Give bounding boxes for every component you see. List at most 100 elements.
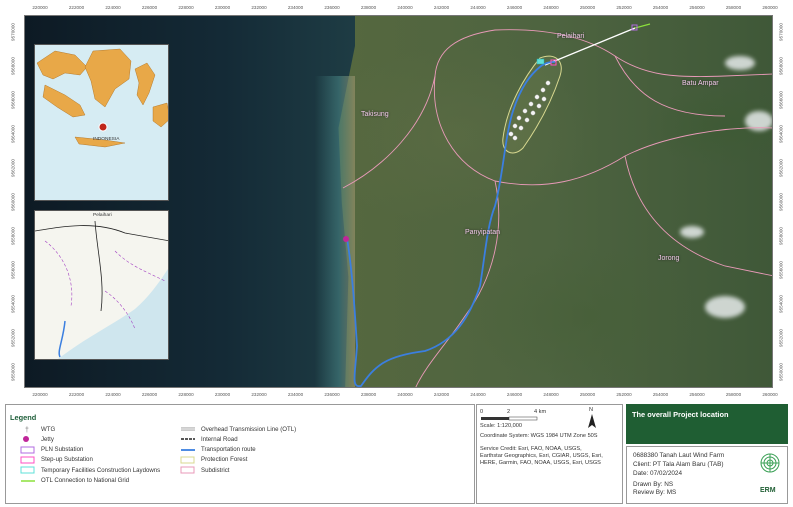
credit-line-3: HERE, Garmin, FAO, NOAA, USGS, Esri, USG… [480,460,601,466]
x-tick-top: 220000 [32,5,48,10]
x-tick-top: 236000 [324,5,340,10]
x-tick-bottom: 230000 [214,392,231,397]
otl-line [180,425,196,433]
x-tick-top: 222000 [68,5,85,10]
y-tick-right: 9562000 [778,159,784,177]
legend-item-label: Step-up Substation [41,456,93,464]
legend-item-label: Subdistrict [201,466,230,474]
scale-tick-2: 2 [507,409,511,415]
x-tick-top: 246000 [506,5,523,10]
north-arrow-icon [588,414,596,428]
x-tick-top: 244000 [470,5,486,10]
x-tick-top: 248000 [543,5,559,10]
x-tick-bottom: 256000 [689,392,705,397]
x-tick-top: 230000 [214,5,231,10]
x-tick-bottom: 242000 [433,392,450,397]
place-jorong: Jorong [658,255,680,262]
x-tick-bottom: 260000 [762,392,778,397]
map-date: Date: 07/02/2024 [633,470,683,477]
y-tick-right: 9556000 [778,261,784,279]
place-panyipatan: Panyipatan [465,229,501,236]
legend-item-label: Internal Road [201,435,238,443]
x-tick-top: 254000 [652,5,669,10]
legend-item-label: OTL Connection to National Grid [41,477,130,484]
project-name: 0688380 Tanah Laut Wind Farm [633,452,725,459]
legend-item: Temporary Facilities Construction Laydow… [20,466,160,474]
legend-item: Overhead Transmission Line (OTL) [180,425,296,433]
y-tick-left: 9558000 [10,227,16,245]
legend-item-label: Temporary Facilities Construction Laydow… [41,466,161,474]
y-tick-left: 9556000 [10,261,16,279]
x-tick-bottom: 222000 [68,392,85,397]
y-tick-right: 9564000 [778,125,784,143]
y-tick-left: 9550000 [10,363,16,381]
x-tick-top: 238000 [360,5,377,10]
reviewed-by: Review By: MS [633,489,677,496]
y-tick-right: 9558000 [778,227,784,245]
x-tick-top: 258000 [725,5,742,10]
legend-item: PLN Substation [20,446,83,454]
x-tick-top: 250000 [579,5,596,10]
y-tick-right: 9552000 [778,329,784,347]
y-tick-left: 9570000 [10,23,16,41]
x-tick-top: 224000 [105,5,121,10]
pln-substation-box [20,446,36,454]
legend-item: Step-up Substation [20,456,93,464]
y-tick-left: 9566000 [10,91,16,109]
y-tick-left: 9554000 [10,295,16,313]
internal-road-line [180,435,196,443]
x-tick-bottom: 234000 [287,392,304,397]
y-tick-right: 9560000 [778,193,784,211]
scale-tick-4: 4 km [534,409,547,415]
legend-panel [5,404,475,504]
x-tick-bottom: 226000 [141,392,158,397]
x-tick-top: 256000 [689,5,705,10]
place-takisung: Takisung [361,111,389,118]
legend-item: † WTG [20,425,56,435]
y-tick-right: 9568000 [778,57,784,75]
x-tick-top: 226000 [141,5,158,10]
legend-item-label: PLN Substation [41,446,84,454]
y-tick-left: 9560000 [10,193,16,211]
inset-map-indonesia[interactable]: INDONESIA [34,44,169,201]
y-tick-left: 9568000 [10,57,16,75]
x-tick-top: 234000 [287,5,304,10]
wtg-icon: † [20,425,36,434]
y-tick-left: 9564000 [10,125,16,143]
x-tick-bottom: 232000 [251,392,267,397]
x-tick-bottom: 248000 [543,392,559,397]
laydown-marker[interactable] [536,58,545,65]
legend-item-label: Protection Forest [201,456,248,464]
x-tick-bottom: 240000 [397,392,413,397]
legend-item-label: WTG [41,425,56,433]
indonesia-landmass [36,48,168,148]
x-tick-bottom: 258000 [725,392,742,397]
stepup-substation-box [20,456,36,464]
x-tick-top: 260000 [762,5,778,10]
jetty-dot-icon [20,435,36,443]
laydown-box [20,466,36,474]
otl-grid-line [20,477,36,485]
y-tick-right: 9554000 [778,295,784,313]
x-tick-bottom: 236000 [324,392,340,397]
place-pelaihari: Pelaihari [557,33,585,40]
x-tick-top: 240000 [397,5,413,10]
y-tick-left: 9562000 [10,159,16,177]
y-tick-right: 9570000 [778,23,784,41]
y-tick-right: 9566000 [778,91,784,109]
jetty-marker[interactable] [343,236,349,242]
subdistrict-box [180,466,196,474]
erm-logo-icon [760,453,780,473]
x-tick-bottom: 254000 [652,392,669,397]
x-tick-bottom: 238000 [360,392,377,397]
protection-forest-box [180,456,196,464]
transport-route-line [180,446,196,454]
coordinate-system: Coordinate System: WGS 1984 UTM Zone 50S [480,433,598,439]
inset-label-indonesia: INDONESIA [93,137,120,142]
legend-item: Subdistrict [180,466,229,474]
x-tick-bottom: 244000 [470,392,486,397]
legend-item: Protection Forest [180,456,247,464]
inset-map-region[interactable]: Pelaihari [34,210,169,360]
x-tick-bottom: 250000 [579,392,596,397]
x-tick-top: 252000 [616,5,632,10]
